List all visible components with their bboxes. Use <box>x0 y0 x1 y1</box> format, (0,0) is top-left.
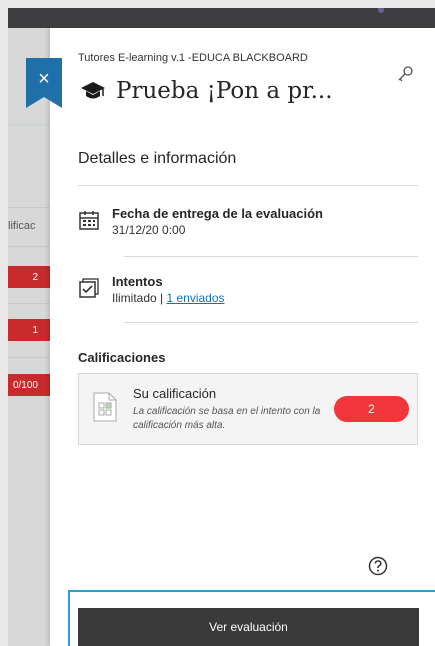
graduation-cap-icon <box>81 82 105 99</box>
background-column-header: lificac <box>8 220 36 232</box>
attempts-label: Intentos <box>112 274 163 289</box>
attempts-info: Intentos Ilimitado | 1 enviados <box>78 274 225 305</box>
background-row-border <box>8 357 50 358</box>
focus-outline <box>68 590 70 646</box>
due-date-info: Fecha de entrega de la evaluación 31/12/… <box>78 206 323 237</box>
attempts-icon <box>79 278 99 298</box>
submitted-attempts-link[interactable]: 1 enviados <box>166 291 224 305</box>
top-bar <box>8 8 435 28</box>
due-date-label: Fecha de entrega de la evaluación <box>112 206 323 221</box>
background-row-border <box>8 246 50 247</box>
view-evaluation-button[interactable]: Ver evaluación <box>78 608 419 646</box>
background-grade-cell[interactable]: 1 <box>8 319 50 341</box>
attempts-limit: Ilimitado | <box>112 291 167 305</box>
background-grade-cell[interactable]: 2 <box>8 266 50 288</box>
top-bar-indicator <box>378 8 384 13</box>
breadcrumb[interactable]: Tutores E-learning v.1 -EDUCA BLACKBOARD <box>78 52 308 64</box>
screen: lificac 2 1 0/100 Tutores E-learning v.1… <box>0 0 435 646</box>
grade-description: La calificación se basa en el intento co… <box>133 406 321 431</box>
grades-heading: Calificaciones <box>78 350 166 365</box>
page-title: Prueba ¡Pon a pr... <box>80 78 333 104</box>
background-row-border <box>8 207 50 208</box>
title-text: Prueba ¡Pon a pr... <box>116 78 333 104</box>
grade-pill[interactable]: 2 <box>334 396 409 422</box>
background-divider <box>8 123 50 126</box>
document-icon <box>93 392 117 422</box>
calendar-icon <box>79 211 99 230</box>
grade-label: Su calificación <box>133 386 217 401</box>
divider <box>78 185 418 186</box>
details-panel: Tutores E-learning v.1 -EDUCA BLACKBOARD… <box>50 28 435 646</box>
grade-card: Su calificación La calificación se basa … <box>78 373 418 445</box>
due-date-value: 31/12/20 0:00 <box>112 223 186 237</box>
section-title: Detalles e información <box>78 150 237 167</box>
background-row-border <box>8 303 50 304</box>
background-grade-cell[interactable]: 0/100 <box>8 374 50 396</box>
focus-outline <box>68 590 435 592</box>
help-icon[interactable] <box>368 556 388 581</box>
divider <box>124 256 418 257</box>
attempts-value: Ilimitado | 1 enviados <box>112 291 225 305</box>
key-icon[interactable] <box>396 66 414 89</box>
divider <box>124 322 418 323</box>
